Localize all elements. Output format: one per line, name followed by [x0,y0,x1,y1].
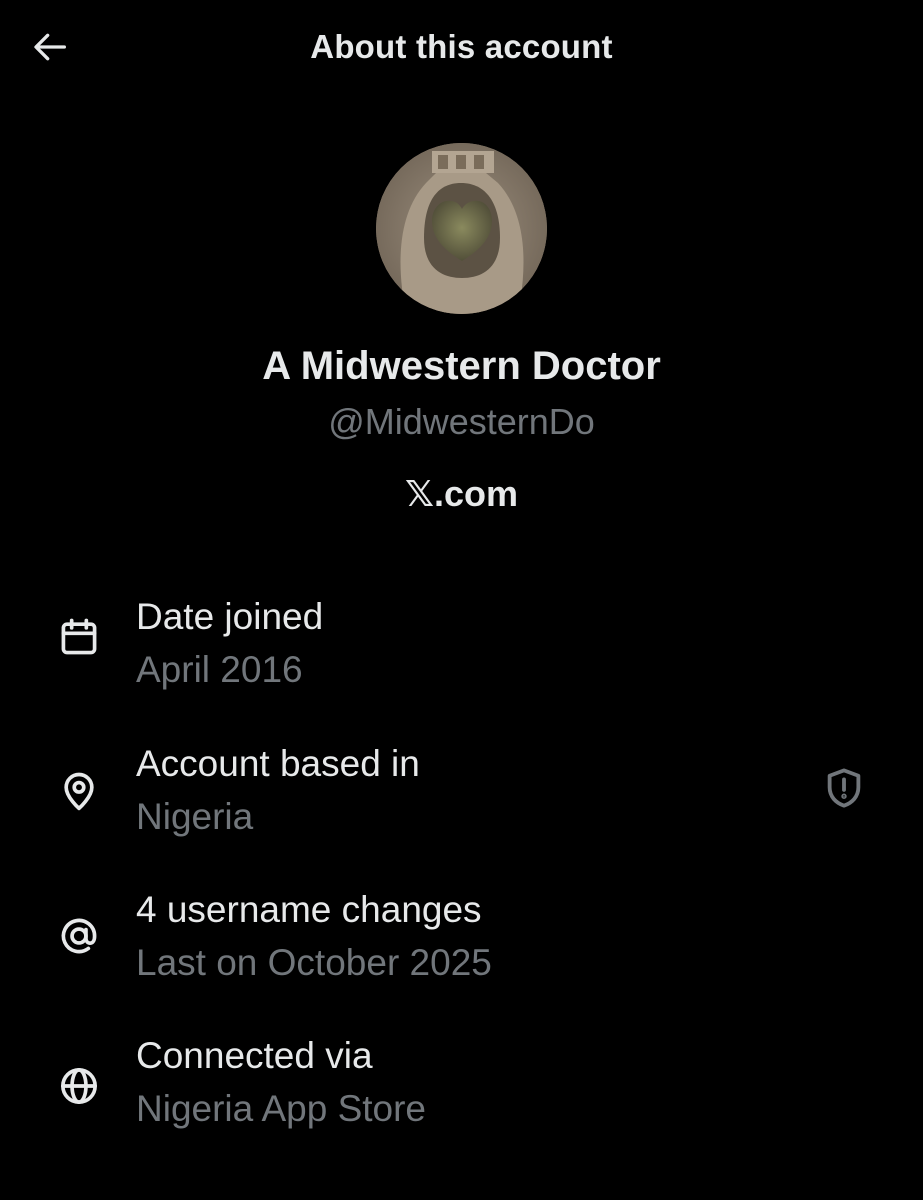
info-title: 4 username changes [136,889,482,930]
info-row-username-changes: 4 username changes Last on October 2025 [0,883,923,1003]
globe-icon [56,1063,102,1109]
info-row-date-joined: Date joined April 2016 [0,590,923,710]
info-title: Date joined [136,596,324,637]
info-subtitle: April 2016 [136,649,303,690]
username-handle: @MidwesternDo [328,401,595,442]
at-sign-icon [56,913,102,959]
info-row-account-based-in: Account based in Nigeria [0,737,923,857]
calendar-icon [56,614,102,660]
shield-alert-button[interactable] [820,766,868,814]
display-name: A Midwestern Doctor [262,344,661,388]
info-subtitle: Last on October 2025 [136,942,492,983]
info-row-connected-via: Connected via Nigeria App Store [0,1029,923,1149]
top-bar: About this account [0,0,923,96]
location-pin-icon [56,768,102,814]
info-title: Connected via [136,1035,373,1076]
page-title: About this account [310,28,613,65]
platform-label: 𝕏.com [404,473,519,514]
info-title: Account based in [136,743,420,784]
info-subtitle: Nigeria App Store [136,1088,427,1129]
info-subtitle: Nigeria [136,796,254,837]
avatar[interactable] [376,143,547,314]
shield-alert-icon [821,765,867,816]
